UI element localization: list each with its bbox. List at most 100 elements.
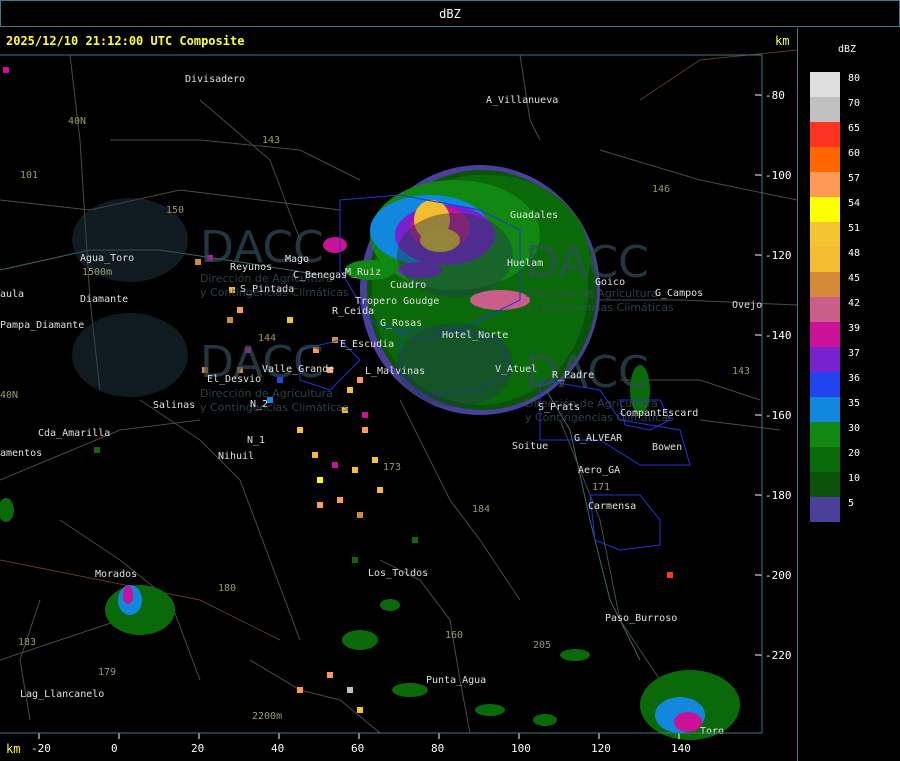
echo-cell xyxy=(123,586,133,604)
place-label: Bowen xyxy=(652,442,682,453)
echo-pixel xyxy=(297,687,303,693)
place-label: N_1 xyxy=(247,435,265,446)
x-tick-label: 40 xyxy=(271,742,284,755)
y-tick-label: -200 xyxy=(765,569,792,582)
legend-swatch xyxy=(810,72,840,97)
road xyxy=(559,419,661,681)
road xyxy=(249,659,381,734)
echo-cell xyxy=(380,599,400,611)
legend-swatch xyxy=(810,172,840,197)
road xyxy=(110,139,361,181)
place-label: G_Rosas xyxy=(380,318,422,329)
place-label: CompantEscard xyxy=(620,408,698,419)
legend-swatch xyxy=(810,272,840,297)
echo-pixel xyxy=(357,377,363,383)
echo-pixel xyxy=(327,672,333,678)
place-label: Los_Toldos xyxy=(368,568,428,579)
echo-pixel xyxy=(372,457,378,463)
echo-pixel xyxy=(337,497,343,503)
legend-label: 57 xyxy=(848,173,861,184)
echo-pixel xyxy=(332,462,338,468)
radar-map[interactable]: DACC Dirección de Agricultura y Contingenc… xyxy=(0,28,798,761)
place-label: Divisadero xyxy=(185,74,245,85)
legend-label: 30 xyxy=(848,423,861,434)
km-axis: -20 0 20 40 60 80 100 120 140-80-100-120-140-160… xyxy=(0,54,792,755)
legend-swatch xyxy=(810,347,840,372)
echo-pixel xyxy=(357,707,363,713)
x-tick-label: 140 xyxy=(671,742,691,755)
legend-swatch xyxy=(810,222,840,247)
place-label: S_Prats xyxy=(538,402,580,413)
place-label: Salinas xyxy=(153,400,195,411)
place-label: Morados xyxy=(95,569,137,580)
route-number: 2200m xyxy=(252,711,282,722)
place-label: M_Ruiz xyxy=(345,267,381,278)
echo-cell xyxy=(0,498,14,522)
window-title-bar: dBZ xyxy=(0,0,900,27)
echo-cell xyxy=(392,683,428,697)
x-tick-label: 100 xyxy=(511,742,531,755)
route-number: 143 xyxy=(732,366,750,377)
place-label: Paso_Burroso xyxy=(605,613,677,624)
legend-title: dBZ xyxy=(838,44,857,55)
route-number: 171 xyxy=(592,482,610,493)
echo-cell xyxy=(475,704,505,716)
echo-pixel xyxy=(412,537,418,543)
dacc-caption: Dirección de Agricultura xyxy=(525,287,658,300)
legend-label: 42 xyxy=(848,298,861,309)
legend-label: 48 xyxy=(848,248,861,259)
place-label: C_Benegas xyxy=(293,270,347,281)
dbz-legend: dBZ 80 70 65 60 57 54 51 48 45 42 39 37 36 35 30 20 10 5 xyxy=(798,28,900,761)
place-label: E_Escudia xyxy=(340,339,394,350)
y-tick-label: -80 xyxy=(765,89,785,102)
y-tick-label: -160 xyxy=(765,409,792,422)
place-label: Ovejo xyxy=(732,300,762,311)
route-number: 173 xyxy=(383,462,401,473)
place-label: Hotel_Norte xyxy=(442,330,508,341)
window-title: dBZ xyxy=(439,7,461,21)
scan-timestamp: 2025/12/10 21:12:00 UTC Composite xyxy=(6,34,245,48)
legend-label: 10 xyxy=(848,473,861,484)
y-tick-label: -180 xyxy=(765,489,792,502)
dacc-brand: DACC xyxy=(525,237,649,288)
legend-label: 20 xyxy=(848,448,861,459)
legend-label: 65 xyxy=(848,123,861,134)
legend-label: 45 xyxy=(848,273,861,284)
place-label: R_Padre xyxy=(552,370,594,381)
route-number: 146 xyxy=(652,184,670,195)
place-label: amentos xyxy=(0,448,42,459)
echo-pixel xyxy=(237,307,243,313)
place-label: Punta_Agua xyxy=(426,675,486,686)
echo-pixel xyxy=(362,427,368,433)
echo-pixel xyxy=(347,687,353,693)
legend-swatch xyxy=(810,322,840,347)
place-label: R_Ceida xyxy=(332,306,374,317)
route-number: 143 xyxy=(262,135,280,146)
route-number: 160 xyxy=(445,630,463,641)
y-tick-label: -140 xyxy=(765,329,792,342)
echo-pixel xyxy=(94,447,100,453)
legend-swatch xyxy=(810,422,840,447)
echo-cell xyxy=(674,712,702,732)
echo-pixel xyxy=(357,512,363,518)
route-number: 184 xyxy=(472,504,490,515)
place-label: aula xyxy=(0,289,24,300)
legend-label: 36 xyxy=(848,373,861,384)
y-tick-label: -100 xyxy=(765,169,792,182)
legend-swatch xyxy=(810,97,840,122)
legend-swatch xyxy=(810,372,840,397)
place-label: Mago xyxy=(285,254,309,265)
road xyxy=(19,599,41,721)
route-number: 183 xyxy=(18,637,36,648)
legend-label: 51 xyxy=(848,223,861,234)
echo-pixel xyxy=(317,502,323,508)
legend-label: 54 xyxy=(848,198,861,209)
dacc-logo-icon xyxy=(72,313,188,397)
place-label: Carmensa xyxy=(588,501,636,512)
road xyxy=(199,99,301,241)
place-label: Nihuil xyxy=(218,451,254,462)
legend-swatch xyxy=(810,247,840,272)
place-label: S_Pintada xyxy=(240,284,294,295)
place-label: Lag_Llancanelo xyxy=(20,689,104,700)
radar-map-canvas[interactable]: DACCDirección de Agriculturay Contingenc… xyxy=(0,28,797,761)
